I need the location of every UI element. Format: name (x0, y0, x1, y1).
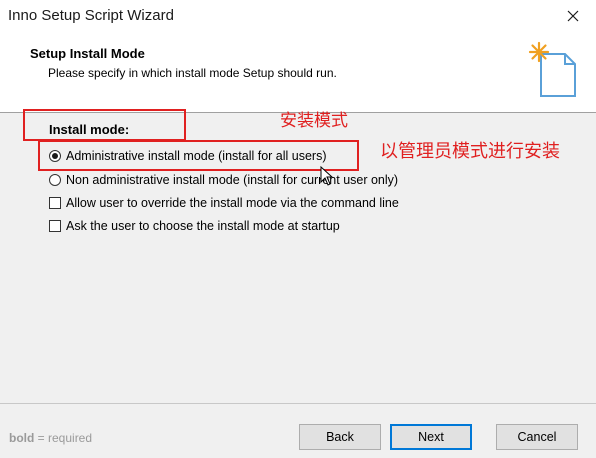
allow-override-checkbox[interactable]: Allow user to override the install mode … (49, 194, 399, 212)
allow-override-label: Allow user to override the install mode … (66, 196, 399, 210)
ask-at-startup-checkbox[interactable]: Ask the user to choose the install mode … (49, 217, 340, 235)
admin-mode-annotation-box (38, 140, 359, 171)
admin-mode-annotation: 以管理员模式进行安装 (380, 141, 560, 162)
back-button[interactable]: Back (299, 424, 381, 450)
next-button[interactable]: Next (390, 424, 472, 450)
wizard-window: Inno Setup Script Wizard Setup Install M… (0, 0, 596, 458)
window-title: Inno Setup Script Wizard (8, 7, 174, 24)
required-hint-text: = required (34, 431, 93, 445)
page-header: Setup Install Mode Please specify in whi… (0, 32, 596, 112)
cancel-button[interactable]: Cancel (496, 424, 578, 450)
close-icon (567, 10, 579, 22)
wizard-document-icon (528, 41, 576, 97)
mouse-cursor-icon (320, 166, 334, 186)
required-hint-bold: bold (9, 431, 35, 445)
page-title: Setup Install Mode (30, 46, 145, 61)
non-admin-mode-radio[interactable]: Non administrative install mode (install… (49, 171, 398, 189)
checkbox-icon (49, 220, 61, 232)
page-subtitle: Please specify in which install mode Set… (48, 66, 337, 80)
install-mode-annotation-box (23, 109, 186, 141)
ask-at-startup-label: Ask the user to choose the install mode … (66, 219, 340, 233)
title-bar: Inno Setup Script Wizard (0, 0, 596, 32)
close-button[interactable] (550, 0, 596, 32)
checkbox-icon (49, 197, 61, 209)
footer: bold = required Back Next Cancel (0, 404, 596, 458)
non-admin-mode-label: Non administrative install mode (install… (66, 173, 399, 187)
required-hint: bold = required (9, 431, 92, 445)
install-mode-annotation: 安装模式 (280, 111, 348, 131)
radio-unchecked-icon (49, 174, 61, 186)
